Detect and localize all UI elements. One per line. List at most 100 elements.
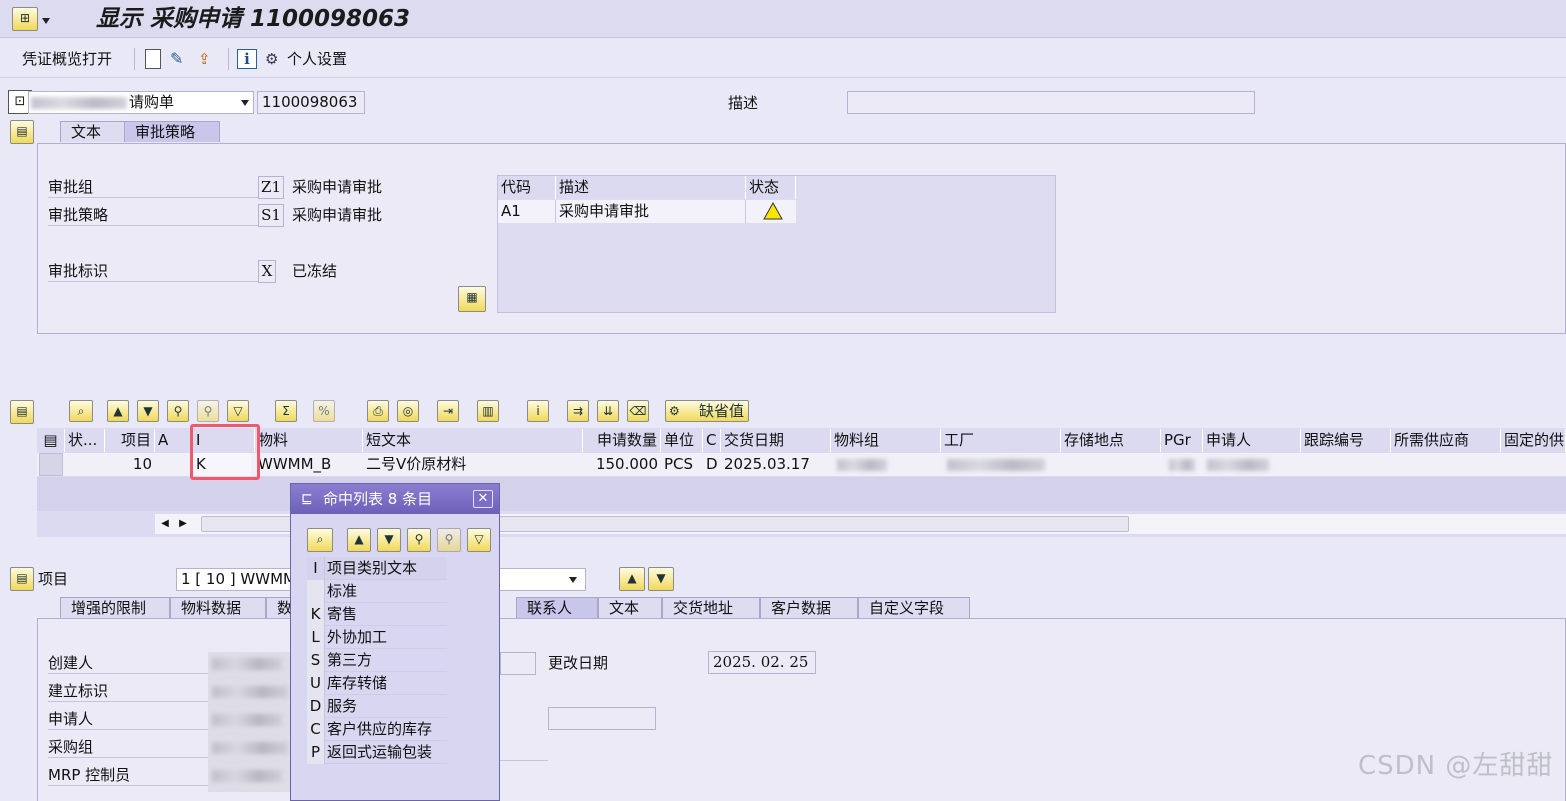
column-header-desired-vendor[interactable]: 所需供应商 bbox=[1391, 429, 1501, 452]
details-icon[interactable]: ⌕ bbox=[69, 400, 93, 422]
approval-strategy-code[interactable]: S1 bbox=[258, 204, 284, 227]
row-c-cell[interactable]: D bbox=[703, 453, 721, 476]
new-document-icon[interactable] bbox=[145, 49, 161, 69]
display-change-icon[interactable]: ✎ bbox=[170, 49, 192, 69]
find-next-icon[interactable]: ⚲ bbox=[197, 400, 219, 422]
menu-icon[interactable]: ⊞ bbox=[12, 7, 38, 31]
column-header-purchasing-group[interactable]: PGr bbox=[1161, 429, 1203, 452]
row-quantity-cell[interactable]: 150.000 bbox=[583, 453, 661, 476]
list-item[interactable]: P 返回式运输包装 bbox=[307, 741, 447, 764]
approval-group-code[interactable]: Z1 bbox=[258, 176, 284, 199]
list-item[interactable]: C 客户供应的库存 bbox=[307, 718, 447, 741]
column-header-a[interactable]: A bbox=[155, 429, 193, 452]
layout-icon[interactable]: ▥ bbox=[477, 400, 499, 422]
personal-settings-button[interactable]: 个人设置 bbox=[287, 48, 347, 70]
row-status-cell[interactable] bbox=[65, 453, 105, 476]
popup-title-bar[interactable]: ⊑ 命中列表 8 条目 ✕ bbox=[291, 484, 499, 514]
hit-list-popup[interactable]: ⊑ 命中列表 8 条目 ✕ ⌕ ▲ ▼ ⚲ ⚲ ▽ I 项目类别文本 标准 K寄… bbox=[290, 483, 500, 801]
expand-header-icon[interactable]: ▤ bbox=[10, 120, 34, 144]
column-header-unit[interactable]: 单位 bbox=[661, 429, 703, 452]
default-values-button[interactable]: ⚙ 缺省值 bbox=[665, 400, 749, 422]
sort-ascending-icon[interactable]: ▲ bbox=[107, 400, 129, 422]
select-layout-icon[interactable]: ▤ bbox=[37, 429, 65, 452]
release-description-cell[interactable]: 采购申请审批 bbox=[556, 200, 746, 223]
column-header-delivery-date[interactable]: 交货日期 bbox=[721, 429, 831, 452]
close-icon[interactable]: ✕ bbox=[473, 490, 493, 508]
subtotal-icon[interactable]: % bbox=[313, 400, 335, 422]
popup-details-icon[interactable]: ⌕ bbox=[307, 528, 333, 552]
tab-approval-strategy[interactable]: 审批策略 bbox=[124, 121, 220, 142]
column-header-material-group[interactable]: 物料组 bbox=[831, 429, 941, 452]
column-header-storage-location[interactable]: 存储地点 bbox=[1061, 429, 1161, 452]
popup-sort-descending-icon[interactable]: ▼ bbox=[377, 528, 401, 552]
column-header-short-text[interactable]: 短文本 bbox=[363, 429, 583, 452]
list-item[interactable]: 标准 bbox=[307, 580, 447, 603]
delete-icon[interactable]: ⌫ bbox=[627, 400, 649, 422]
table-row[interactable]: 10 K WWMM_B 二号V价原材料 150.000 PCS D 2025.0… bbox=[37, 453, 1566, 476]
print-icon[interactable]: ⎙ bbox=[367, 400, 389, 422]
find-icon[interactable]: ⚲ bbox=[167, 400, 189, 422]
row-selector[interactable] bbox=[39, 453, 63, 476]
paste-icon[interactable]: ⇊ bbox=[597, 400, 619, 422]
filter-icon[interactable]: ▽ bbox=[227, 400, 249, 422]
list-item[interactable]: U 库存转储 bbox=[307, 672, 447, 695]
tab-text[interactable]: 文本 bbox=[60, 121, 126, 142]
next-item-button[interactable]: ▼ bbox=[648, 567, 674, 591]
popup-header-text[interactable]: 项目类别文本 bbox=[327, 557, 417, 579]
views-icon[interactable]: ◎ bbox=[397, 400, 419, 422]
row-material-cell[interactable]: WWMM_B bbox=[255, 453, 363, 476]
menu-dropdown-icon[interactable] bbox=[42, 18, 50, 24]
copy-icon[interactable]: ⇉ bbox=[567, 400, 589, 422]
release-overview-icon[interactable]: ▦ bbox=[458, 286, 486, 312]
sort-descending-icon[interactable]: ▼ bbox=[137, 400, 159, 422]
sum-icon[interactable]: Σ bbox=[275, 400, 297, 422]
column-header-fixed-vendor[interactable]: 固定的供 bbox=[1501, 429, 1566, 452]
description-field[interactable] bbox=[847, 91, 1255, 114]
popup-sort-ascending-icon[interactable]: ▲ bbox=[347, 528, 371, 552]
list-item[interactable]: D 服务 bbox=[307, 695, 447, 718]
column-header-description[interactable]: 描述 bbox=[556, 176, 746, 199]
row-delivery-date-cell[interactable]: 2025.03.17 bbox=[721, 453, 831, 476]
row-a-cell[interactable] bbox=[155, 453, 193, 476]
personal-settings-icon[interactable]: ⚙ bbox=[265, 49, 285, 69]
expand-items-icon[interactable]: ▤ bbox=[10, 400, 34, 424]
tab-material-data[interactable]: 物料数据 bbox=[170, 597, 266, 618]
hold-icon[interactable]: ⇪ bbox=[198, 49, 220, 69]
created-on-field[interactable] bbox=[500, 652, 536, 675]
chevron-down-icon[interactable] bbox=[569, 577, 577, 583]
column-header-status[interactable]: 状态 bbox=[746, 176, 796, 199]
column-header-c[interactable]: C bbox=[703, 429, 721, 452]
list-item[interactable]: L 外协加工 bbox=[307, 626, 447, 649]
popup-filter-icon[interactable]: ▽ bbox=[467, 528, 491, 552]
tab-custom-fields[interactable]: 自定义字段 bbox=[858, 597, 970, 618]
popup-header-key[interactable]: I bbox=[307, 557, 325, 580]
tab-delivery-address[interactable]: 交货地址 bbox=[662, 597, 760, 618]
request-field[interactable] bbox=[548, 707, 656, 730]
release-indicator-code[interactable]: X bbox=[258, 260, 276, 283]
column-header-plant[interactable]: 工厂 bbox=[941, 429, 1061, 452]
release-status-cell[interactable] bbox=[746, 200, 796, 223]
tab-text[interactable]: 文本 bbox=[598, 597, 662, 618]
scroll-right-icon[interactable]: ▶ bbox=[175, 516, 191, 532]
column-header-quantity[interactable]: 申请数量 bbox=[583, 429, 661, 452]
expand-item-detail-icon[interactable]: ▤ bbox=[10, 567, 34, 591]
column-header-material[interactable]: 物料 bbox=[255, 429, 363, 452]
item-info-icon[interactable]: i bbox=[527, 400, 549, 422]
column-header-item[interactable]: 项目 bbox=[105, 429, 155, 452]
document-number-field[interactable]: 1100098063 bbox=[257, 91, 365, 114]
list-item[interactable]: S 第三方 bbox=[307, 649, 447, 672]
column-header-requester[interactable]: 申请人 bbox=[1203, 429, 1301, 452]
row-unit-cell[interactable]: PCS bbox=[661, 453, 703, 476]
scroll-left-icon[interactable]: ◀ bbox=[157, 516, 173, 532]
document-type-select[interactable]: 请购单 bbox=[28, 91, 254, 114]
change-date-field[interactable]: 2025. 02. 25 bbox=[708, 651, 816, 674]
previous-item-button[interactable]: ▲ bbox=[619, 567, 645, 591]
column-header-tracking-number[interactable]: 跟踪编号 bbox=[1301, 429, 1391, 452]
tab-customer-data[interactable]: 客户数据 bbox=[760, 597, 858, 618]
tab-enhanced-restrictions[interactable]: 增强的限制 bbox=[60, 597, 170, 618]
info-icon[interactable]: i bbox=[237, 49, 257, 69]
chevron-down-icon[interactable] bbox=[241, 100, 249, 106]
popup-find-icon[interactable]: ⚲ bbox=[407, 528, 431, 552]
document-overview-button[interactable]: 凭证概览打开 bbox=[22, 48, 112, 70]
export-icon[interactable]: ⇥ bbox=[437, 400, 459, 422]
